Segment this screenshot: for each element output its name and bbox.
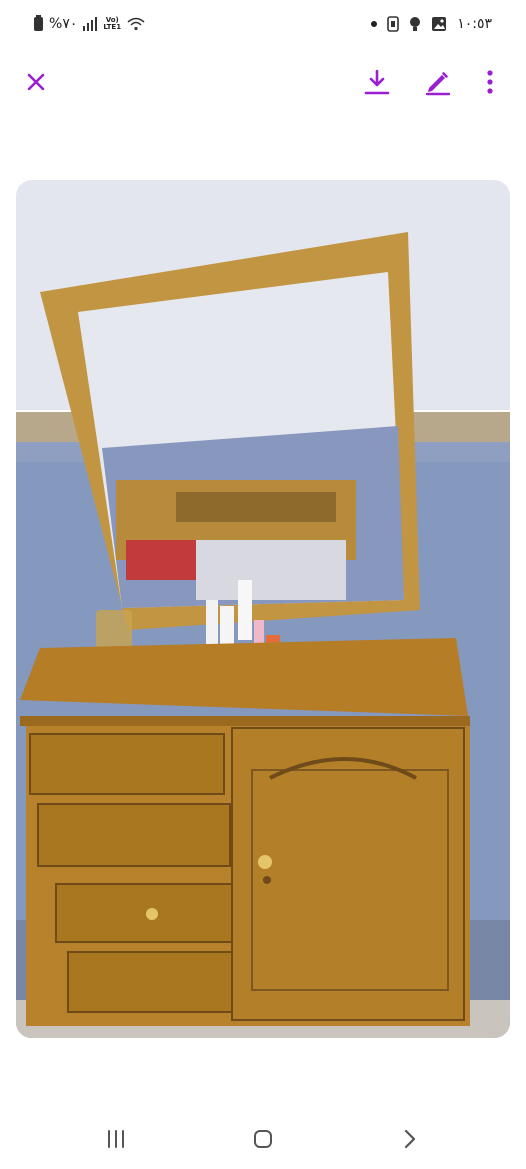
network-type-label: Vo) LTE1 bbox=[103, 17, 121, 31]
gallery-icon bbox=[432, 17, 447, 31]
phone-icon bbox=[387, 16, 400, 32]
clock: ١٠:٥٣ bbox=[457, 16, 492, 32]
battery-percentage: %٧٠ bbox=[49, 16, 78, 32]
signal-icon bbox=[83, 17, 98, 31]
status-left: %٧٠ Vo) LTE1 bbox=[34, 15, 145, 32]
lte-label: LTE1 bbox=[103, 23, 122, 31]
dresser-with-mirror-photo bbox=[16, 180, 510, 1038]
home-icon bbox=[254, 1130, 272, 1148]
photo-viewer-image[interactable] bbox=[16, 180, 510, 1038]
more-icon bbox=[487, 70, 493, 94]
status-bar: %٧٠ Vo) LTE1 ١٠:٥٣ bbox=[0, 0, 526, 52]
back-button[interactable] bbox=[392, 1124, 428, 1154]
home-button[interactable] bbox=[245, 1124, 281, 1154]
bulb-icon bbox=[410, 17, 421, 31]
recent-apps-icon bbox=[108, 1130, 124, 1148]
edit-button[interactable] bbox=[422, 66, 454, 98]
status-right: ١٠:٥٣ bbox=[371, 16, 492, 32]
edit-icon bbox=[425, 72, 451, 96]
battery-icon bbox=[34, 15, 43, 31]
download-button[interactable] bbox=[361, 66, 393, 98]
download-icon bbox=[364, 69, 390, 95]
viewer-toolbar bbox=[0, 58, 526, 106]
navigation-bar bbox=[0, 1110, 526, 1169]
recent-apps-button[interactable] bbox=[98, 1124, 134, 1154]
wifi-icon bbox=[127, 17, 145, 31]
back-icon bbox=[404, 1129, 416, 1149]
dot-icon bbox=[371, 21, 378, 27]
close-button[interactable] bbox=[20, 66, 52, 98]
close-icon bbox=[27, 73, 45, 91]
more-options-button[interactable] bbox=[474, 66, 506, 98]
